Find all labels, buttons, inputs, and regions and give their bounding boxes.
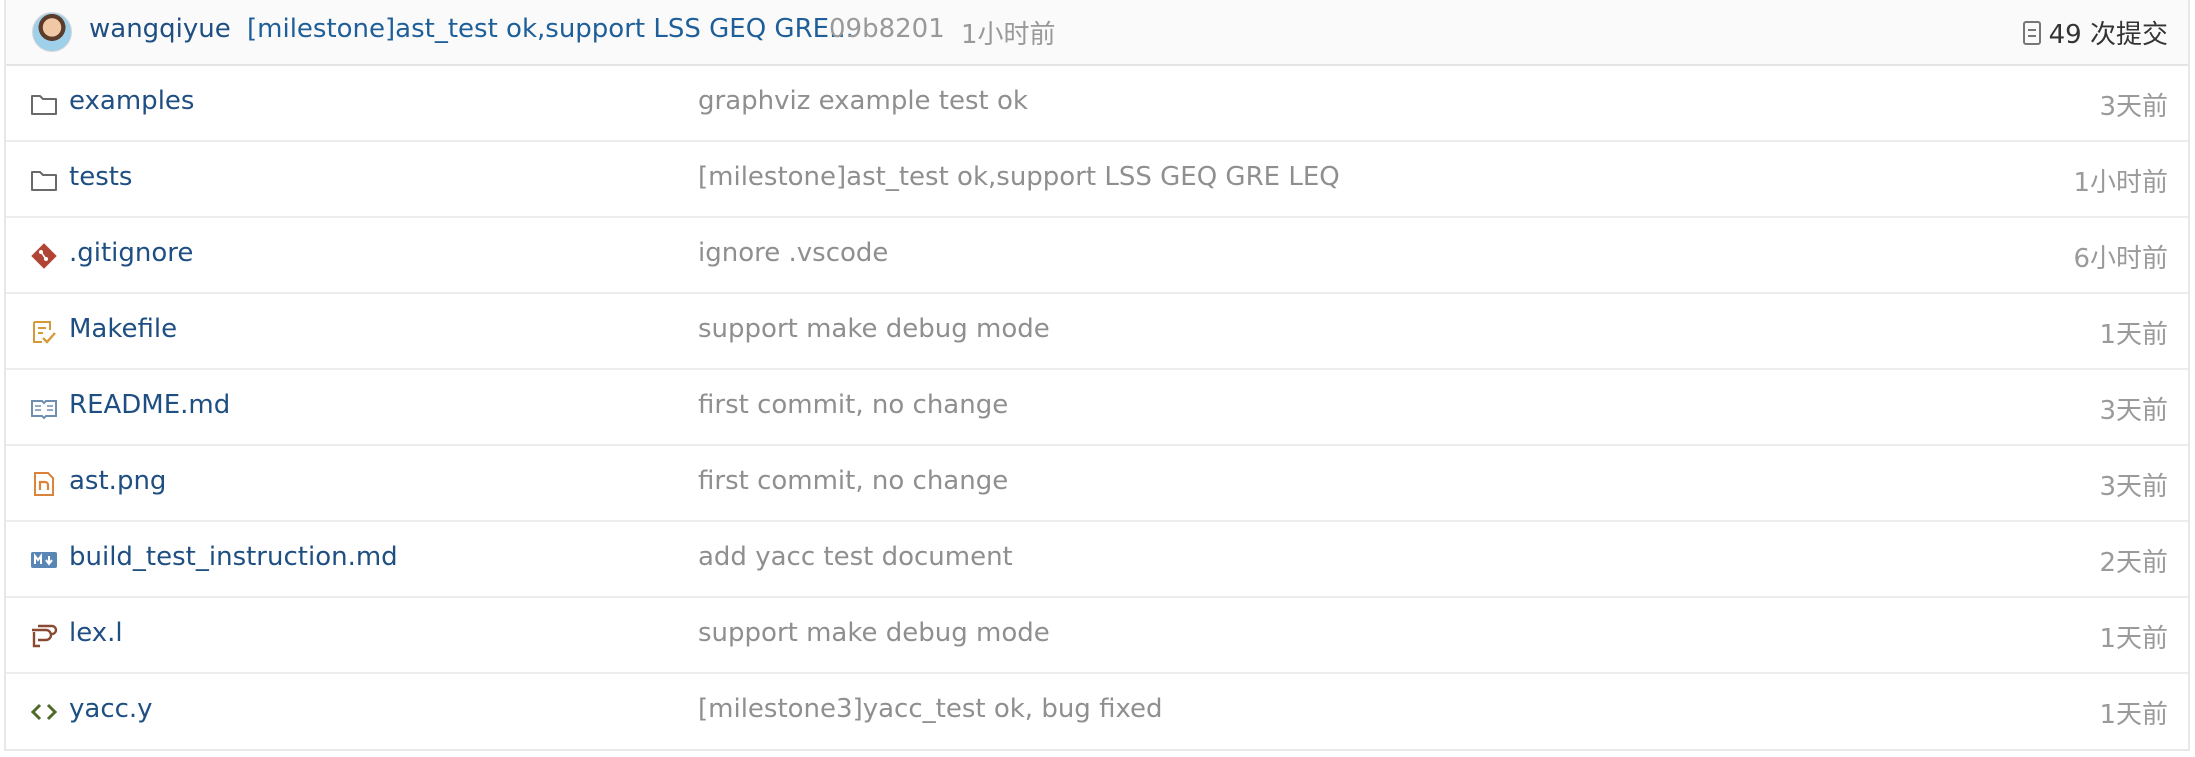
table-row[interactable]: ast.png first commit, no change 3天前 — [6, 446, 2188, 522]
file-time: 1小时前 — [2073, 168, 2168, 198]
file-name-link[interactable]: README.md — [69, 390, 230, 420]
git-icon — [31, 243, 57, 269]
file-time: 1天前 — [2099, 624, 2168, 654]
table-row[interactable]: .gitignore ignore .vscode 6小时前 — [6, 218, 2188, 294]
file-commit-message-link[interactable]: ignore .vscode — [698, 238, 888, 268]
image-icon — [34, 472, 54, 496]
file-time: 1天前 — [2099, 320, 2168, 350]
markdown-icon — [31, 552, 57, 568]
makefile-icon — [33, 321, 56, 344]
file-commit-message-link[interactable]: first commit, no change — [698, 466, 1008, 496]
code-icon — [30, 703, 58, 721]
file-time: 3天前 — [2099, 92, 2168, 122]
file-commit-message-link[interactable]: [milestone]ast_test ok,support LSS GEQ G… — [698, 162, 1340, 192]
file-time: 1天前 — [2099, 700, 2168, 730]
commit-count-label: 49 次提交 — [2048, 20, 2168, 50]
commit-message-link[interactable]: [milestone]ast_test ok,support LSS GEQ G… — [247, 14, 854, 44]
file-time: 6小时前 — [2073, 244, 2168, 274]
table-row[interactable]: yacc.y [milestone3]yacc_test ok, bug fix… — [6, 674, 2188, 750]
folder-icon — [31, 95, 57, 115]
file-time: 2天前 — [2099, 548, 2168, 578]
table-row[interactable]: tests [milestone]ast_test ok,support LSS… — [6, 142, 2188, 218]
latest-commit-bar: wangqiyue [milestone]ast_test ok,support… — [6, 0, 2188, 66]
file-name-link[interactable]: lex.l — [69, 618, 123, 648]
commit-time: 1小时前 — [961, 20, 1056, 50]
file-name-link[interactable]: build_test_instruction.md — [69, 542, 398, 572]
file-table: wangqiyue [milestone]ast_test ok,support… — [4, 0, 2190, 751]
file-commit-message-link[interactable]: [milestone3]yacc_test ok, bug fixed — [698, 694, 1163, 724]
commit-count-link[interactable]: 49 次提交 — [2022, 14, 2168, 51]
table-row[interactable]: examples graphviz example test ok 3天前 — [6, 66, 2188, 142]
file-name-link[interactable]: yacc.y — [69, 694, 153, 724]
file-name-link[interactable]: .gitignore — [69, 238, 193, 268]
file-commit-message-link[interactable]: support make debug mode — [698, 314, 1050, 344]
lex-icon — [32, 624, 58, 648]
file-name-link[interactable]: Makefile — [69, 314, 177, 344]
table-row[interactable]: build_test_instruction.md add yacc test … — [6, 522, 2188, 598]
file-name-link[interactable]: examples — [69, 86, 194, 116]
readme-icon — [31, 400, 57, 420]
commit-author-link[interactable]: wangqiyue — [89, 14, 231, 44]
file-time: 3天前 — [2099, 472, 2168, 502]
repository-file-browser: wangqiyue [milestone]ast_test ok,support… — [0, 0, 2195, 757]
avatar[interactable] — [32, 12, 72, 52]
table-row[interactable]: README.md first commit, no change 3天前 — [6, 370, 2188, 446]
file-name-link[interactable]: tests — [69, 162, 132, 192]
commit-sha-link[interactable]: 09b8201 — [829, 14, 945, 44]
file-commit-message-link[interactable]: support make debug mode — [698, 618, 1050, 648]
table-row[interactable]: Makefile support make debug mode 1天前 — [6, 294, 2188, 370]
folder-icon — [31, 171, 57, 191]
commits-icon — [2022, 20, 2041, 45]
file-name-link[interactable]: ast.png — [69, 466, 166, 496]
file-commit-message-link[interactable]: graphviz example test ok — [698, 86, 1028, 116]
file-commit-message-link[interactable]: first commit, no change — [698, 390, 1008, 420]
file-time: 3天前 — [2099, 396, 2168, 426]
file-commit-message-link[interactable]: add yacc test document — [698, 542, 1013, 572]
table-row[interactable]: lex.l support make debug mode 1天前 — [6, 598, 2188, 674]
